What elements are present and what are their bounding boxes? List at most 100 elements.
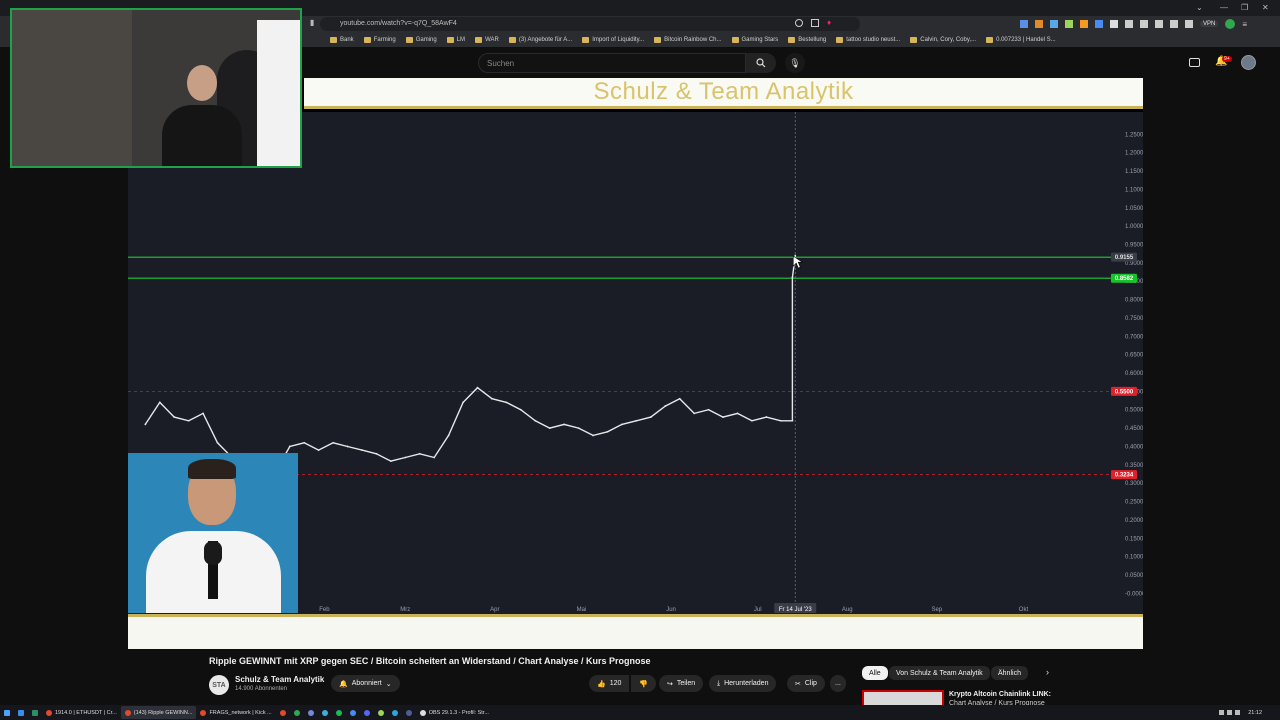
account-avatar[interactable]: [1241, 55, 1256, 70]
bookmark-item[interactable]: Gaming Stars: [731, 37, 778, 43]
x-tick-label: Apr: [490, 607, 499, 613]
chip-channel[interactable]: Von Schulz & Team Analytik: [889, 666, 990, 680]
bookmark-item[interactable]: 0.007233 | Handel S...: [986, 37, 1056, 43]
extension-icon[interactable]: [1035, 20, 1043, 28]
close-icon[interactable]: ✕: [1262, 3, 1269, 12]
taskbar-window[interactable]: 1914.0 | ETHUSDT | Cr...: [42, 706, 121, 719]
brave-icon[interactable]: ♦: [827, 19, 831, 27]
bookmark-label: Gaming: [415, 37, 437, 43]
bookmark-item[interactable]: Bitcoin Rainbow Ch...: [654, 37, 722, 43]
chip-related[interactable]: Ähnlich: [991, 666, 1028, 680]
start-button[interactable]: [0, 706, 14, 719]
address-bar-actions: ♦: [795, 19, 831, 27]
download-icon[interactable]: [1140, 20, 1148, 28]
extension-icon[interactable]: [1125, 20, 1133, 28]
channel-avatar[interactable]: STA: [209, 675, 229, 695]
taskbar-app[interactable]: [28, 706, 42, 719]
bookmark-item[interactable]: Bestellung: [788, 37, 826, 43]
share-icon[interactable]: [811, 19, 819, 27]
maximize-icon[interactable]: ❐: [1241, 3, 1248, 12]
folder-icon: [475, 37, 483, 43]
minimize-icon[interactable]: —: [1220, 3, 1228, 12]
vpn-button[interactable]: VPN: [1200, 21, 1219, 27]
video-bottom-bar: [128, 614, 1143, 649]
extension-icon[interactable]: [1095, 20, 1103, 28]
chevron-right-icon[interactable]: ›: [1046, 667, 1049, 677]
bookmark-label: Farming: [373, 37, 396, 43]
taskbar-app[interactable]: [14, 706, 28, 719]
more-button[interactable]: ...: [830, 675, 846, 692]
bookmark-item[interactable]: Bank: [330, 37, 354, 43]
price-point: [791, 419, 794, 422]
taskbar-app[interactable]: [318, 706, 332, 719]
bookmark-page-icon[interactable]: ▮: [310, 18, 314, 27]
taskbar-window[interactable]: OBS 29.1.3 - Profil: Str...: [416, 706, 493, 719]
like-button[interactable]: 👍 120: [589, 675, 630, 692]
extension-icon[interactable]: [1065, 20, 1073, 28]
y-tick-label: 0.7000: [1125, 334, 1143, 340]
taskbar-app[interactable]: [276, 706, 290, 719]
create-icon[interactable]: [1189, 58, 1200, 67]
folder-icon: [405, 37, 413, 43]
taskbar-app[interactable]: [374, 706, 388, 719]
taskbar-app[interactable]: [290, 706, 304, 719]
taskbar-window[interactable]: FRAGS_network | Kick ...: [196, 706, 275, 719]
bookmark-item[interactable]: Gaming: [405, 37, 437, 43]
clip-button[interactable]: ✂ Clip: [787, 675, 825, 692]
dislike-button[interactable]: 👎: [631, 675, 656, 692]
search-input[interactable]: Suchen: [478, 53, 746, 73]
cursor-icon: [792, 255, 804, 269]
video-banner: Schulz & Team Analytik: [304, 78, 1143, 109]
chevron-down-icon[interactable]: ⌄: [1196, 3, 1203, 12]
channel-name[interactable]: Schulz & Team Analytik: [235, 675, 324, 684]
taskbar-app[interactable]: [304, 706, 318, 719]
taskbar-app[interactable]: [360, 706, 374, 719]
folder-icon: [731, 37, 739, 43]
voice-search-button[interactable]: 🎙: [785, 53, 805, 73]
bookmark-item[interactable]: (3) Angebote für A...: [508, 37, 572, 43]
wallet-icon[interactable]: [1170, 20, 1178, 28]
taskbar-app[interactable]: [402, 706, 416, 719]
subscribe-button[interactable]: 🔔 Abonniert ⌄: [331, 675, 400, 692]
price-point: [187, 419, 190, 422]
price-point: [476, 386, 479, 389]
extension-icon[interactable]: [1020, 20, 1028, 28]
price-line: [144, 255, 796, 474]
x-tick-label: Okt: [1019, 607, 1029, 613]
bookmark-label: LM: [456, 37, 466, 43]
search-button[interactable]: [746, 53, 776, 73]
extension-icon[interactable]: [1050, 20, 1058, 28]
profile-avatar[interactable]: [1225, 19, 1236, 29]
tray-icons[interactable]: [1215, 706, 1244, 719]
bookmark-item[interactable]: WAR: [475, 37, 499, 43]
x-tick-label: Mrz: [400, 607, 410, 613]
clock[interactable]: 21:12: [1244, 706, 1266, 719]
bell-icon: 🔔: [339, 680, 348, 688]
more-label: ...: [835, 680, 841, 687]
sidebar-icon[interactable]: [1155, 20, 1163, 28]
extension-icon[interactable]: [1080, 20, 1088, 28]
bookmark-item[interactable]: LM: [446, 37, 466, 43]
volume-icon: [1235, 710, 1241, 715]
extension-icon[interactable]: [1185, 20, 1193, 28]
share-button[interactable]: ↪ Teilen: [659, 675, 704, 692]
puzzle-icon[interactable]: [1110, 20, 1118, 28]
bookmark-item[interactable]: Farming: [363, 37, 396, 43]
price-point: [303, 441, 306, 444]
taskbar-window[interactable]: (143) Ripple GEWINN...: [120, 706, 197, 719]
address-bar[interactable]: youtube.com/watch?v=-q7Q_58AwF4: [320, 17, 860, 31]
menu-icon[interactable]: ≡: [1242, 20, 1247, 29]
download-button[interactable]: ⤓ Herunterladen: [709, 675, 777, 692]
taskbar-app[interactable]: [332, 706, 346, 719]
taskbar-app[interactable]: [388, 706, 402, 719]
bookmark-item[interactable]: Calvin, Cory, Coby,...: [910, 37, 976, 43]
translate-icon[interactable]: [795, 19, 803, 27]
y-tick-label: 0.0500: [1125, 573, 1143, 579]
bookmark-item[interactable]: tattoo studio neust...: [836, 37, 900, 43]
taskbar-app[interactable]: [346, 706, 360, 719]
x-tick-label: Aug: [842, 607, 853, 613]
price-point: [791, 276, 794, 279]
chip-all[interactable]: Alle: [862, 666, 888, 680]
bookmark-item[interactable]: Import of Liquidity...: [582, 37, 644, 43]
telegram-icon: [391, 709, 398, 716]
